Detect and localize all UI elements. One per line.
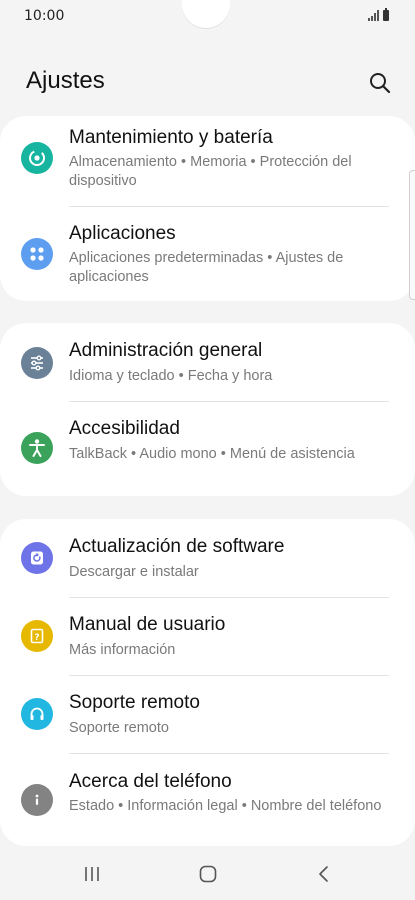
page-title: Ajustes <box>26 67 105 94</box>
settings-item-software-update[interactable]: Actualización de software Descargar e in… <box>0 519 415 597</box>
software-update-icon <box>21 542 53 574</box>
svg-text:?: ? <box>34 633 39 643</box>
divider <box>69 206 389 207</box>
scrollbar[interactable] <box>409 170 415 300</box>
item-subtitle: Almacenamiento • Memoria • Protección de… <box>69 154 352 189</box>
battery-icon <box>383 8 389 21</box>
search-icon <box>370 73 391 94</box>
item-title: Accesibilidad <box>69 418 180 439</box>
item-subtitle: Estado • Información legal • Nombre del … <box>69 798 382 814</box>
item-subtitle: Descargar e instalar <box>69 564 199 580</box>
back-icon <box>319 866 328 882</box>
header: Ajustes <box>0 50 415 110</box>
item-subtitle: Idioma y teclado • Fecha y hora <box>69 368 273 384</box>
item-title: Aplicaciones <box>69 223 176 244</box>
recent-apps-button[interactable] <box>77 862 107 886</box>
settings-item-apps[interactable]: Aplicaciones Aplicaciones predeterminada… <box>0 208 415 301</box>
settings-item-general-management[interactable]: Administración general Idioma y teclado … <box>0 323 415 401</box>
status-time: 10:00 <box>24 8 65 24</box>
apps-icon <box>21 238 53 270</box>
home-icon <box>199 865 217 883</box>
item-title: Administración general <box>69 340 263 361</box>
settings-item-device-care[interactable]: Mantenimiento y batería Almacenamiento •… <box>0 116 415 208</box>
item-subtitle: Soporte remoto <box>69 720 169 736</box>
item-subtitle: TalkBack • Audio mono • Menú de asistenc… <box>69 446 355 462</box>
status-icons <box>368 8 389 21</box>
accessibility-icon <box>21 432 53 464</box>
navigation-bar <box>0 848 415 900</box>
recent-apps-icon <box>85 867 99 881</box>
item-title: Acerca del teléfono <box>69 771 232 792</box>
settings-item-user-manual[interactable]: ? Manual de usuario Más información <box>0 598 415 675</box>
item-title: Mantenimiento y batería <box>69 127 273 148</box>
user-manual-icon: ? <box>21 620 53 652</box>
settings-group-2: Administración general Idioma y teclado … <box>0 323 415 496</box>
settings-item-remote-support[interactable]: Soporte remoto Soporte remoto <box>0 676 415 753</box>
settings-group-3: Actualización de software Descargar e in… <box>0 519 415 846</box>
device-care-icon <box>21 142 53 174</box>
settings-item-accessibility[interactable]: Accesibilidad TalkBack • Audio mono • Me… <box>0 402 415 496</box>
item-subtitle: Más información <box>69 642 176 658</box>
home-button[interactable] <box>193 862 223 886</box>
settings-item-about-phone[interactable]: Acerca del teléfono Estado • Información… <box>0 754 415 846</box>
item-title: Actualización de software <box>69 536 285 557</box>
item-title: Soporte remoto <box>69 692 200 713</box>
headset-icon <box>21 698 53 730</box>
info-icon <box>21 784 53 816</box>
item-subtitle: Aplicaciones predeterminadas • Ajustes d… <box>69 250 344 285</box>
back-button[interactable] <box>309 862 339 886</box>
settings-screen: 10:00 Ajustes Mantenimiento y batería Al… <box>0 0 415 900</box>
item-title: Manual de usuario <box>69 614 226 635</box>
status-bar: 10:00 <box>0 0 415 34</box>
settings-group-1: Mantenimiento y batería Almacenamiento •… <box>0 116 415 301</box>
signal-icon <box>368 10 379 21</box>
sliders-icon <box>21 347 53 379</box>
search-button[interactable] <box>366 69 394 97</box>
